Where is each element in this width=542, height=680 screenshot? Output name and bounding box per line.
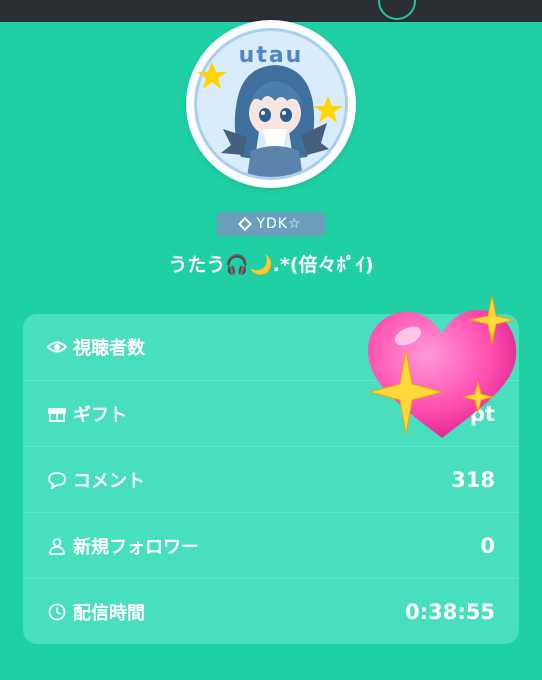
diamond-icon: [238, 216, 253, 232]
stats-label: コメント: [73, 470, 145, 492]
person-icon: [47, 536, 67, 556]
stats-value: 318: [451, 467, 495, 492]
stats-value: 0: [480, 533, 495, 558]
top-bar: [0, 0, 542, 22]
stats-label: 新規フォロワー: [73, 536, 199, 558]
comment-icon: [47, 470, 67, 490]
gift-icon: [47, 404, 67, 424]
stats-row-new-followers: 新規フォロワー 0: [23, 512, 519, 578]
sparkling-heart-icon: [367, 296, 517, 438]
clock-icon: [47, 602, 67, 622]
avatar-star-decorations: [197, 62, 343, 123]
stats-label: 配信時間: [73, 602, 145, 624]
fan-badge: YDK☆: [217, 212, 325, 236]
top-button[interactable]: [378, 0, 416, 20]
stats-row-comments: コメント 318: [23, 446, 519, 512]
eye-icon: [47, 337, 67, 357]
username: うたう🎧🌙.*(倍々ﾎﾟｲ): [168, 254, 374, 276]
stats-row-duration: 配信時間 0:38:55: [23, 578, 519, 644]
fan-badge-label: YDK☆: [256, 216, 302, 232]
stats-value: 0:38:55: [405, 599, 495, 624]
avatar[interactable]: utau: [186, 20, 356, 188]
